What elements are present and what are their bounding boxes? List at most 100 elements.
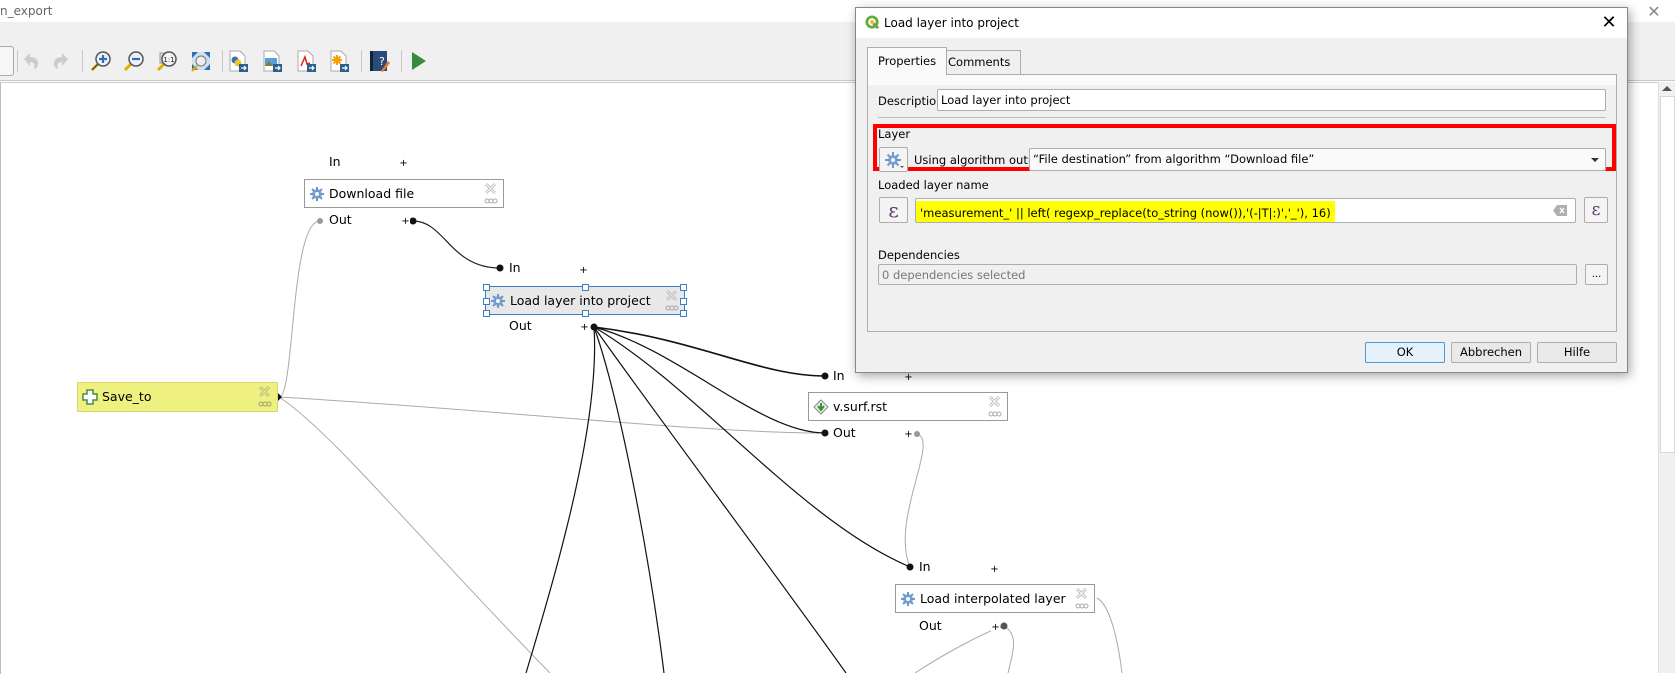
node-save-to[interactable]: Save_to bbox=[77, 382, 278, 412]
toolbar-separator bbox=[82, 50, 83, 72]
export-python-icon bbox=[229, 50, 248, 72]
edit-help-icon: ? bbox=[370, 51, 390, 72]
node-label: Save_to bbox=[102, 389, 152, 404]
dialog-title: Load layer into project bbox=[884, 16, 1019, 30]
zoom-actual-size-button[interactable]: 1:1 bbox=[154, 48, 180, 74]
remove-node-icon[interactable] bbox=[665, 289, 678, 302]
node-options-icon[interactable] bbox=[484, 198, 498, 204]
algorithm-gear-icon bbox=[310, 187, 324, 201]
expand-inputs-button[interactable]: + bbox=[904, 373, 913, 383]
source-mode-label: Using algorithm output bbox=[914, 153, 1047, 167]
node-load-layer-into-project[interactable]: Load layer into project bbox=[483, 284, 687, 317]
node-label: Download file bbox=[329, 186, 415, 201]
node-load-interpolated-layer[interactable]: Load interpolated layer bbox=[895, 584, 1095, 613]
expand-outputs-button[interactable]: + bbox=[904, 430, 913, 440]
remove-node-icon[interactable] bbox=[258, 385, 271, 398]
expand-inputs-button[interactable]: + bbox=[990, 565, 999, 575]
export-python-button[interactable] bbox=[225, 48, 251, 74]
zoom-in-button[interactable] bbox=[88, 48, 114, 74]
divider bbox=[878, 117, 1606, 118]
node-download-file[interactable]: Download file bbox=[304, 179, 504, 208]
dialog-close-button[interactable]: ✕ bbox=[1599, 13, 1619, 33]
expand-inputs-button[interactable]: + bbox=[399, 159, 408, 169]
expand-outputs-button[interactable]: + bbox=[401, 217, 410, 227]
port-label-in: In bbox=[833, 368, 845, 383]
export-pdf-icon bbox=[297, 50, 316, 72]
toolbar-separator bbox=[401, 50, 402, 72]
scroll-up-arrow[interactable] bbox=[1662, 86, 1672, 91]
dialog-titlebar: Load layer into project ✕ bbox=[856, 8, 1627, 38]
remove-node-icon[interactable] bbox=[1075, 587, 1088, 600]
loaded-layer-name-label: Loaded layer name bbox=[878, 178, 989, 192]
resize-handle[interactable] bbox=[680, 298, 687, 305]
description-input[interactable]: Load layer into project bbox=[937, 89, 1606, 111]
undo-button[interactable] bbox=[17, 48, 43, 74]
expand-outputs-button[interactable]: + bbox=[991, 623, 1000, 633]
expression-mode-button[interactable]: ε bbox=[879, 197, 908, 223]
resize-handle[interactable] bbox=[680, 284, 687, 291]
node-label: v.surf.rst bbox=[833, 399, 887, 414]
resize-handle[interactable] bbox=[582, 284, 589, 291]
redo-button[interactable] bbox=[49, 48, 75, 74]
node-options-icon[interactable] bbox=[665, 305, 679, 311]
combo-value: “File destination” from algorithm “Downl… bbox=[1033, 152, 1315, 166]
expression-text: 'measurement_' || left( regexp_replace(t… bbox=[916, 201, 1335, 222]
resize-handle[interactable] bbox=[680, 310, 687, 317]
port-label-in: In bbox=[329, 154, 341, 169]
node-options-icon[interactable] bbox=[1075, 603, 1089, 609]
export-svg-button[interactable] bbox=[326, 48, 352, 74]
resize-handle[interactable] bbox=[483, 284, 490, 291]
toolbar-separator bbox=[222, 50, 223, 72]
vertical-scrollbar[interactable] bbox=[1658, 82, 1675, 673]
node-options-icon[interactable] bbox=[988, 411, 1002, 417]
grass-icon bbox=[813, 399, 829, 415]
zoom-out-button[interactable] bbox=[121, 48, 147, 74]
tab-properties[interactable]: Properties bbox=[867, 47, 948, 75]
layer-source-mode-button[interactable] bbox=[879, 147, 908, 172]
node-options-icon[interactable] bbox=[258, 401, 272, 407]
toolbar-partial-button[interactable] bbox=[0, 46, 14, 76]
remove-node-icon[interactable] bbox=[484, 182, 497, 195]
export-image-icon bbox=[263, 50, 282, 72]
qgis-logo-icon bbox=[865, 15, 880, 30]
expression-input[interactable]: 'measurement_' || left( regexp_replace(t… bbox=[915, 198, 1576, 223]
cancel-button[interactable]: Abbrechen bbox=[1451, 342, 1531, 363]
svg-text:?: ? bbox=[379, 55, 385, 68]
load-layer-dialog: Load layer into project ✕ Properties Com… bbox=[855, 7, 1628, 373]
window-title: n_export bbox=[0, 4, 53, 18]
dependencies-label: Dependencies bbox=[878, 248, 960, 262]
expression-builder-button[interactable]: ε bbox=[1584, 197, 1608, 223]
node-label: Load interpolated layer bbox=[920, 591, 1066, 606]
export-pdf-button[interactable] bbox=[293, 48, 319, 74]
resize-handle[interactable] bbox=[582, 310, 589, 317]
algorithm-output-combo[interactable]: “File destination” from algorithm “Downl… bbox=[1029, 148, 1606, 171]
resize-handle[interactable] bbox=[483, 298, 490, 305]
window-close-button[interactable]: ✕ bbox=[1642, 2, 1666, 22]
run-model-button[interactable] bbox=[405, 48, 431, 74]
zoom-out-icon bbox=[123, 51, 144, 72]
expand-inputs-button[interactable]: + bbox=[579, 266, 588, 276]
epsilon-icon: ε bbox=[888, 198, 899, 222]
export-image-button[interactable] bbox=[259, 48, 285, 74]
node-label: Load layer into project bbox=[510, 293, 651, 308]
algorithm-gear-icon bbox=[884, 151, 904, 168]
tab-comments[interactable]: Comments bbox=[937, 50, 1022, 74]
undo-icon bbox=[24, 53, 38, 69]
description-label: Description bbox=[878, 94, 944, 108]
epsilon-icon: ε bbox=[1591, 200, 1601, 220]
expand-outputs-button[interactable]: + bbox=[580, 323, 589, 333]
algorithm-gear-icon bbox=[901, 592, 915, 606]
scrollbar-thumb[interactable] bbox=[1660, 96, 1675, 453]
clear-input-icon[interactable] bbox=[1553, 205, 1567, 216]
dependencies-browse-button[interactable]: ... bbox=[1585, 264, 1608, 285]
algorithm-gear-icon bbox=[491, 294, 505, 308]
help-button[interactable]: Hilfe bbox=[1537, 342, 1617, 363]
node-v-surf-rst[interactable]: v.surf.rst bbox=[808, 392, 1008, 421]
zoom-in-icon bbox=[90, 51, 111, 72]
redo-icon bbox=[54, 53, 68, 69]
remove-node-icon[interactable] bbox=[988, 395, 1001, 408]
edit-help-button[interactable]: ? bbox=[366, 48, 392, 74]
resize-handle[interactable] bbox=[483, 310, 490, 317]
ok-button[interactable]: OK bbox=[1365, 342, 1445, 363]
zoom-full-extent-button[interactable] bbox=[188, 48, 214, 74]
